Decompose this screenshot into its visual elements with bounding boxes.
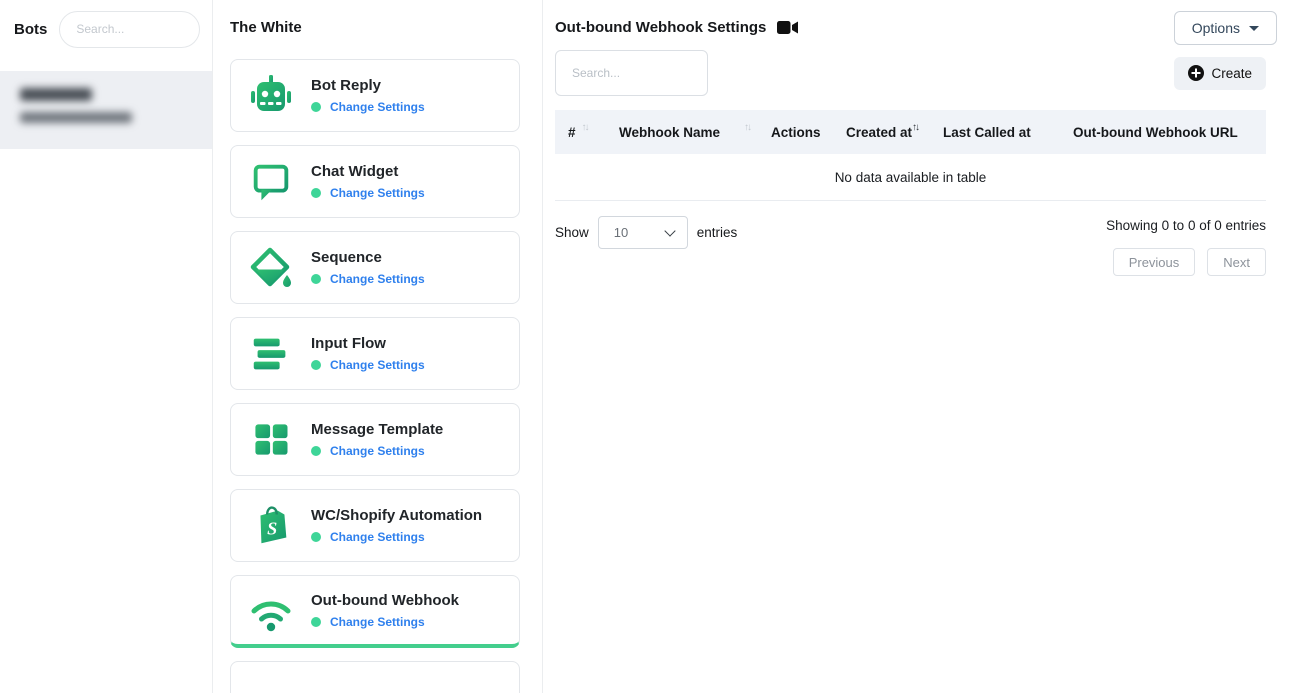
column-header-created-at: Created at ↑↓ [833,125,930,140]
table-header-row: # ↑↓ Webhook Name ↑↓ Actions Created at … [555,110,1266,154]
module-card-chat-widget[interactable]: Chat Widget Change Settings [230,145,520,218]
bot-name-redacted [20,88,92,101]
bot-list-item-selected[interactable] [0,71,212,149]
column-header-last-called-at: Last Called at [930,125,1060,140]
status-dot [311,532,321,542]
column-header-webhook-name: Webhook Name ↑↓ [606,125,758,140]
create-button[interactable]: Create [1174,57,1266,90]
pagination-summary: Showing 0 to 0 of 0 entries [1106,216,1266,233]
bots-sidebar: Bots [0,0,213,693]
plus-circle-icon [1188,65,1204,81]
module-title: Input Flow [311,335,425,352]
module-title: Sequence [311,249,425,266]
module-card-outbound-webhook[interactable]: Out-bound Webhook Change Settings [230,575,520,648]
wifi-icon [246,585,296,635]
module-title: Bot Reply [311,77,425,94]
svg-text:S: S [267,518,277,538]
module-card-sequence[interactable]: Sequence Change Settings [230,231,520,304]
change-settings-link[interactable]: Change Settings [330,530,425,544]
create-button-label: Create [1211,66,1252,81]
module-title: Message Template [311,421,443,438]
pagination-block: Showing 0 to 0 of 0 entries Previous Nex… [1106,216,1266,276]
bot-phone-redacted [20,112,132,123]
sort-icon-active[interactable]: ↑↓ [912,122,920,133]
sidebar-title: Bots [14,21,47,38]
next-button[interactable]: Next [1207,248,1266,276]
status-dot [311,360,321,370]
shopify-bag-icon: S [246,501,296,551]
show-label: Show [555,225,589,240]
app-window: Bots The White Bot [0,0,1293,693]
chat-bubble-icon [246,157,296,207]
change-settings-link[interactable]: Change Settings [330,100,425,114]
video-camera-icon[interactable] [777,20,798,35]
bars-icon [246,329,296,379]
sort-icon[interactable]: ↑↓ [582,122,590,133]
page-size-group: Show 10 entries [555,216,737,249]
main-content: Out-bound Webhook Settings Options Creat… [543,0,1293,693]
grid-icon [246,415,296,465]
page-size-select[interactable]: 10 [598,216,688,249]
page-title: Out-bound Webhook Settings [555,19,766,36]
change-settings-link[interactable]: Change Settings [330,186,425,200]
column-header-actions: Actions [758,125,833,140]
previous-button[interactable]: Previous [1113,248,1196,276]
robot-icon [246,71,296,121]
module-title: Chat Widget [311,163,425,180]
module-card-bot-reply[interactable]: Bot Reply Change Settings [230,59,520,132]
options-button-label: Options [1192,20,1240,36]
table-footer: Show 10 entries Showing 0 to 0 of 0 entr… [555,216,1266,276]
options-button[interactable]: Options [1174,11,1277,45]
chevron-down-icon [1249,26,1259,31]
column-header-index: # ↑↓ [555,125,606,140]
status-dot [311,617,321,627]
sidebar-header: Bots [0,0,212,58]
status-dot [311,188,321,198]
bots-search-input[interactable] [59,11,200,48]
change-settings-link[interactable]: Change Settings [330,272,425,286]
change-settings-link[interactable]: Change Settings [330,358,425,372]
module-title: Out-bound Webhook [311,592,459,609]
table-toolbar: Create [555,50,1266,96]
entries-label: entries [697,225,738,240]
module-card-wc-shopify[interactable]: S WC/Shopify Automation Change Settings [230,489,520,562]
module-card-message-template[interactable]: Message Template Change Settings [230,403,520,476]
bot-modules-panel: The White Bot Reply Change Settings [213,0,543,693]
table-empty-message: No data available in table [555,154,1266,201]
change-settings-link[interactable]: Change Settings [330,615,425,629]
main-header: Out-bound Webhook Settings [555,0,1266,36]
module-card-input-flow[interactable]: Input Flow Change Settings [230,317,520,390]
module-title: WC/Shopify Automation [311,507,482,524]
paint-bucket-icon [246,243,296,293]
pagination-buttons: Previous Next [1113,248,1266,276]
change-settings-link[interactable]: Change Settings [330,444,425,458]
sort-icon[interactable]: ↑↓ [744,122,752,133]
status-dot [311,274,321,284]
bot-name-heading: The White [230,19,519,36]
column-header-webhook-url: Out-bound Webhook URL [1060,125,1266,140]
webhook-search-input[interactable] [555,50,708,96]
status-dot [311,446,321,456]
module-card-partial[interactable] [230,661,520,693]
status-dot [311,102,321,112]
